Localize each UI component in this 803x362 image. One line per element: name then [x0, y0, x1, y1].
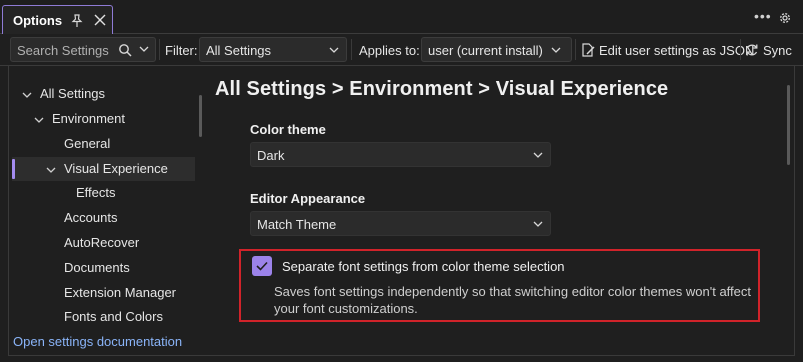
color-theme-label: Color theme: [250, 122, 326, 137]
toolbar-divider: [740, 39, 741, 60]
tree-item-documents[interactable]: Documents: [64, 257, 130, 279]
tree-item-visual-experience[interactable]: Visual Experience: [46, 158, 168, 180]
filter-value: All Settings: [206, 43, 272, 58]
gear-icon[interactable]: [778, 11, 792, 25]
tree-item-label: AutoRecover: [64, 235, 140, 250]
edit-json-button[interactable]: Edit user settings as JSON: [581, 39, 754, 61]
tree-item-label: Accounts: [64, 210, 118, 225]
editor-appearance-value: Match Theme: [257, 217, 337, 232]
close-icon[interactable]: [93, 13, 107, 27]
toolbar: Search Settings Filter: All Settings App…: [0, 34, 803, 66]
tree-item-label: Effects: [76, 185, 116, 200]
tree-item-label: General: [64, 136, 111, 151]
separate-fonts-label: Separate font settings from color theme …: [282, 259, 565, 274]
edit-json-label: Edit user settings as JSON: [599, 42, 755, 58]
chevron-down-icon: [551, 47, 561, 53]
title-bar: Options •••: [0, 0, 803, 36]
tree-item-fonts-and-colors[interactable]: Fonts and Colors: [64, 306, 163, 328]
chevron-down-icon[interactable]: [22, 90, 32, 100]
search-placeholder: Search Settings: [17, 43, 109, 58]
pin-icon[interactable]: [70, 14, 84, 28]
tree-item-label: All Settings: [40, 86, 106, 101]
toolbar-divider: [351, 39, 352, 60]
chevron-down-icon[interactable]: [46, 165, 56, 175]
filter-dropdown[interactable]: All Settings: [199, 37, 347, 62]
tree-item-accounts[interactable]: Accounts: [64, 207, 117, 229]
open-settings-documentation-link[interactable]: Open settings documentation: [13, 334, 182, 349]
breadcrumb: All Settings > Environment > Visual Expe…: [215, 78, 669, 100]
main-scrollbar[interactable]: [787, 85, 790, 165]
tree-item-effects[interactable]: Effects: [76, 182, 116, 204]
tree-selection-indicator: [12, 159, 15, 179]
tab-title: Options: [13, 13, 63, 28]
more-options-icon[interactable]: •••: [754, 9, 772, 23]
filter-label: Filter:: [165, 43, 198, 58]
tree-item-extension-manager[interactable]: Extension Manager: [64, 282, 176, 304]
toolbar-divider: [159, 39, 160, 60]
editor-appearance-dropdown[interactable]: Match Theme: [250, 211, 551, 236]
options-tab[interactable]: Options: [2, 5, 113, 36]
tree-item-all-settings[interactable]: All Settings: [22, 83, 105, 105]
sync-label: Sync: [763, 42, 792, 58]
color-theme-dropdown[interactable]: Dark: [250, 142, 551, 167]
toolbar-divider: [575, 39, 576, 60]
chevron-down-icon: [533, 152, 543, 158]
checkmark-icon: [256, 261, 268, 271]
separate-fonts-checkbox[interactable]: [252, 256, 272, 276]
tree-item-label: Extension Manager: [64, 285, 177, 300]
tree-item-autorecover[interactable]: AutoRecover: [64, 232, 139, 254]
sync-button[interactable]: Sync: [745, 39, 792, 61]
chevron-down-icon[interactable]: [34, 115, 44, 125]
sync-icon: [746, 44, 758, 56]
applies-to-dropdown[interactable]: user (current install): [421, 37, 572, 62]
search-input[interactable]: Search Settings: [10, 37, 156, 62]
tree-item-general[interactable]: General: [64, 133, 110, 155]
tree-item-label: Environment: [52, 111, 125, 126]
tree-item-label: Documents: [64, 260, 130, 275]
applies-to-label: Applies to:: [359, 43, 420, 58]
chevron-down-icon: [329, 47, 339, 53]
color-theme-value: Dark: [257, 148, 285, 163]
editor-appearance-label: Editor Appearance: [250, 191, 366, 206]
sidebar-scrollbar[interactable]: [199, 95, 202, 137]
tree-item-label: Fonts and Colors: [64, 309, 163, 324]
search-icon[interactable]: [118, 43, 132, 57]
tree-item-label: Visual Experience: [64, 161, 168, 176]
tree-item-environment[interactable]: Environment: [34, 108, 125, 130]
chevron-down-icon[interactable]: [139, 45, 149, 53]
edit-file-icon: [582, 42, 595, 57]
applies-to-value: user (current install): [428, 43, 543, 58]
separate-fonts-description: Saves font settings independently so tha…: [274, 284, 752, 316]
chevron-down-icon: [533, 221, 543, 227]
